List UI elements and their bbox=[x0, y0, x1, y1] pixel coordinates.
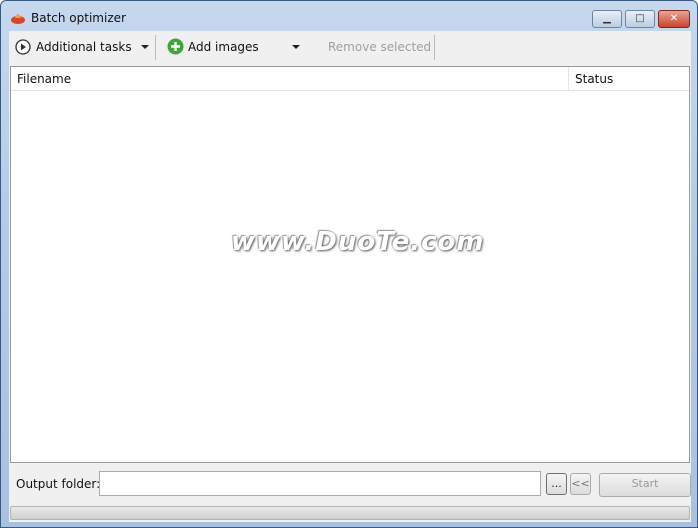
chevron-down-icon[interactable] bbox=[292, 45, 300, 49]
window: Batch optimizer ▁ □ ✕ Additional tasks A… bbox=[0, 0, 698, 528]
file-list[interactable]: Filename Status www.DuoTe.com bbox=[10, 66, 690, 463]
close-button[interactable]: ✕ bbox=[658, 10, 690, 28]
output-folder-label: Output folder: bbox=[16, 477, 101, 491]
column-filename[interactable]: Filename bbox=[17, 72, 71, 86]
browse-button[interactable]: ... bbox=[546, 473, 567, 495]
minimize-button[interactable]: ▁ bbox=[592, 10, 622, 28]
add-images-label: Add images bbox=[188, 40, 259, 54]
client-area: Additional tasks Add images Remove selec… bbox=[9, 31, 691, 522]
play-icon bbox=[15, 39, 31, 55]
app-icon bbox=[11, 14, 25, 24]
watermark: www.DuoTe.com bbox=[231, 227, 485, 257]
collapse-button[interactable]: << bbox=[570, 473, 591, 495]
add-images-button[interactable]: Add images bbox=[167, 31, 303, 63]
start-button[interactable]: Start bbox=[599, 473, 691, 497]
column-divider[interactable] bbox=[568, 67, 569, 91]
additional-tasks-label: Additional tasks bbox=[36, 40, 132, 54]
column-status[interactable]: Status bbox=[575, 72, 613, 86]
toolbar-divider bbox=[434, 35, 435, 60]
window-title: Batch optimizer bbox=[31, 11, 126, 25]
chevron-down-icon[interactable] bbox=[141, 45, 149, 49]
additional-tasks-button[interactable]: Additional tasks bbox=[15, 31, 155, 63]
output-folder-input[interactable] bbox=[99, 471, 541, 496]
add-icon bbox=[167, 38, 184, 55]
toolbar-divider bbox=[155, 35, 156, 60]
remove-selected-button[interactable]: Remove selected bbox=[328, 31, 431, 63]
maximize-button[interactable]: □ bbox=[625, 10, 655, 28]
list-header: Filename Status bbox=[11, 67, 689, 91]
progress-bar bbox=[10, 506, 690, 520]
